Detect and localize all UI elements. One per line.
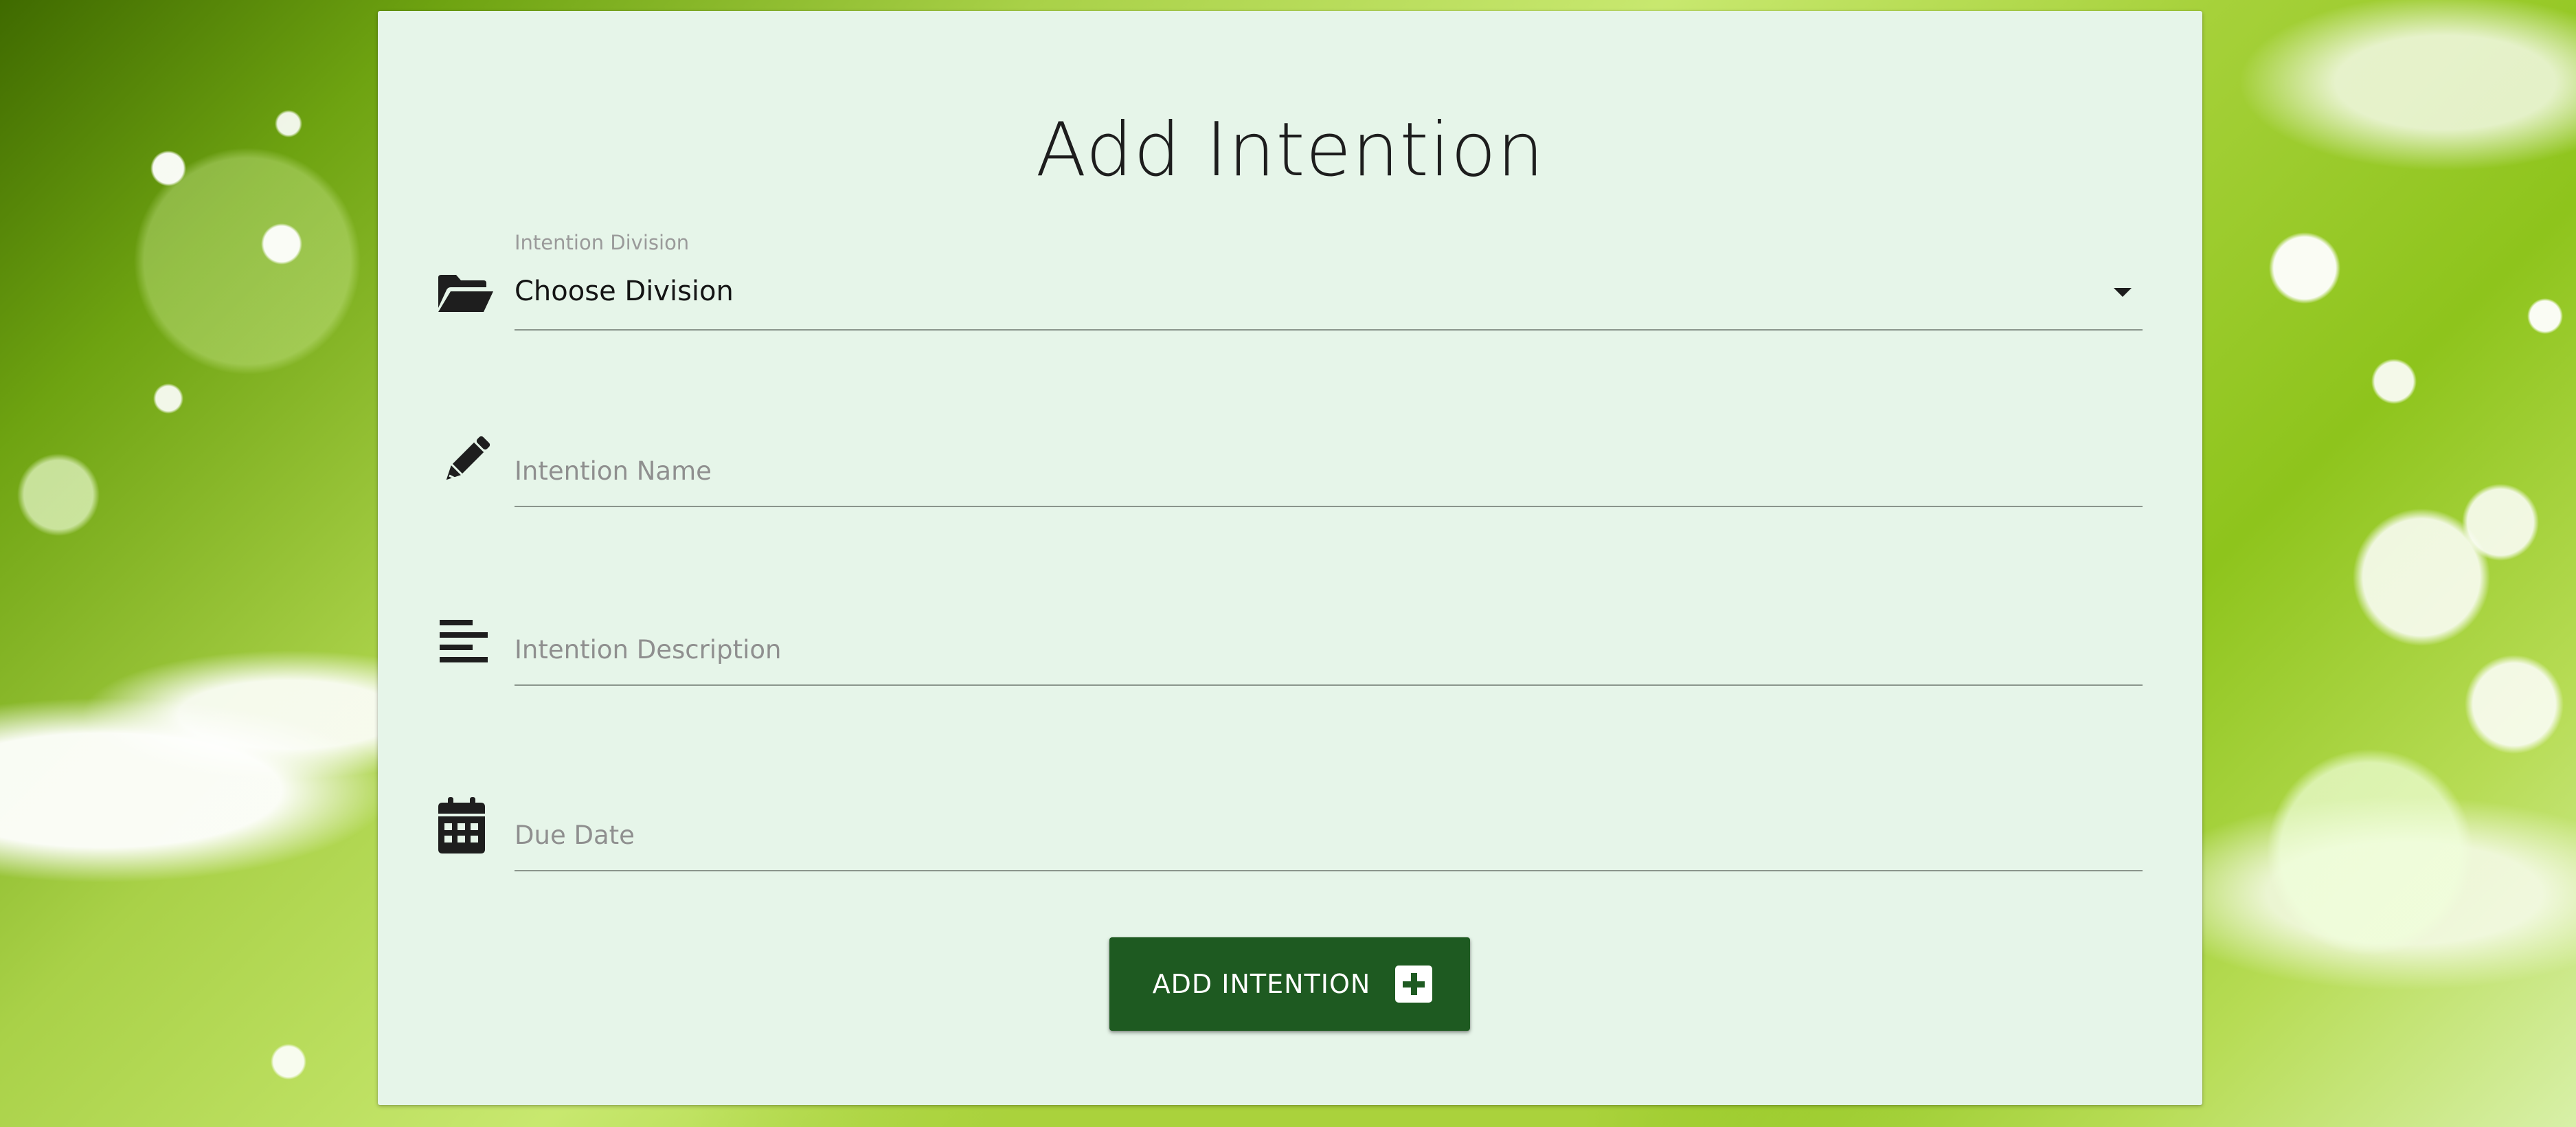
pencil-icon [436,430,496,491]
division-label: Intention Division [515,231,690,254]
division-underline [515,329,2143,331]
intention-name-underline [515,506,2143,507]
due-date-underline [515,870,2143,871]
plus-square-icon [1395,966,1433,1003]
intention-description-input[interactable] [515,625,2143,673]
division-value: Choose Division [515,276,734,307]
chevron-down-icon [2114,288,2132,297]
due-date-field [378,788,2202,877]
intention-description-field [378,602,2202,691]
intention-name-input[interactable] [515,447,2143,495]
align-left-icon [436,614,496,675]
page-title: Add Intention [1035,107,1545,193]
due-date-input[interactable] [515,811,2143,859]
add-intention-card: Add Intention Intention Division Choose … [378,11,2202,1105]
folder-open-icon [436,263,496,323]
add-intention-button-label: ADD INTENTION [1152,969,1371,999]
intention-name-field [378,423,2202,513]
calendar-icon [436,796,496,856]
add-intention-button[interactable]: ADD INTENTION [1109,937,1470,1031]
intention-description-underline [515,684,2143,686]
division-select[interactable]: Intention Division Choose Division [378,217,2202,334]
